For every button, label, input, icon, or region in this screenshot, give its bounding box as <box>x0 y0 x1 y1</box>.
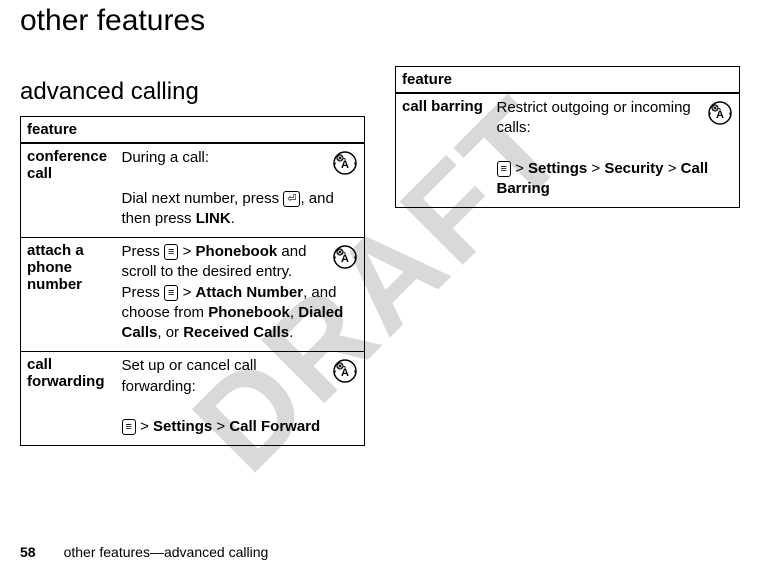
footer: 58 other features—advanced calling <box>20 544 268 560</box>
page-title: other features <box>20 0 739 38</box>
sim-icon: À <box>707 100 733 126</box>
menu-key-icon: ≡ <box>497 161 511 177</box>
link-label: LINK <box>196 210 231 227</box>
feature-name: call forwarding <box>21 352 116 446</box>
desc-line: , <box>290 304 298 321</box>
desc-line: During a call: <box>122 149 210 166</box>
gt: > <box>136 418 153 435</box>
svg-text:À: À <box>716 108 724 121</box>
gt: > <box>511 160 528 177</box>
desc-line: . <box>231 210 235 227</box>
svg-text:À: À <box>341 158 349 171</box>
menu-key-icon: ≡ <box>164 244 178 260</box>
feature-name: call barring <box>396 93 491 208</box>
feature-name: attach a phone number <box>21 238 116 352</box>
feature-desc: À During a call: Dial next number, press… <box>116 143 365 238</box>
menu-key-icon: ≡ <box>164 285 178 301</box>
menu-path: Settings <box>153 418 212 435</box>
table-row: conference call À During a call: Dial ne… <box>21 143 365 238</box>
footer-text: other features—advanced calling <box>64 544 269 560</box>
right-feature-table: feature call barring À Restrict outgoing… <box>395 66 740 208</box>
table-header: feature <box>21 117 365 144</box>
desc-line: Restrict outgoing or incoming calls: <box>497 99 691 136</box>
table-row: attach a phone number À Press ≡ > Phoneb… <box>21 238 365 352</box>
table-row: call forwarding À Set up or cancel call … <box>21 352 365 446</box>
desc-line: , or <box>157 324 183 341</box>
svg-text:À: À <box>341 252 349 265</box>
left-feature-table: feature conference call À During a call:… <box>20 116 365 446</box>
menu-path: Received Calls <box>183 324 289 341</box>
desc-line: Dial next number, press <box>122 190 284 207</box>
menu-path: Settings <box>528 160 587 177</box>
menu-path: Security <box>604 160 663 177</box>
section-title: advanced calling <box>20 78 365 106</box>
sim-icon: À <box>332 150 358 176</box>
menu-path: Phonebook <box>208 304 290 321</box>
sim-icon: À <box>332 244 358 270</box>
menu-path: Phonebook <box>196 243 278 260</box>
desc-line: Press <box>122 243 165 260</box>
gt: > <box>212 418 229 435</box>
sim-icon: À <box>332 358 358 384</box>
desc-line: . <box>289 324 293 341</box>
desc-line: Set up or cancel call forwarding: <box>122 357 257 394</box>
gt: > <box>664 160 681 177</box>
feature-desc: À Set up or cancel call forwarding: ≡ > … <box>116 352 365 446</box>
gt: > <box>178 284 195 301</box>
feature-desc: À Press ≡ > Phonebook and scroll to the … <box>116 238 365 352</box>
gt: > <box>587 160 604 177</box>
page-number: 58 <box>20 544 36 560</box>
feature-name: conference call <box>21 143 116 238</box>
menu-key-icon: ≡ <box>122 419 136 435</box>
feature-desc: À Restrict outgoing or incoming calls: ≡… <box>491 93 740 208</box>
menu-path: Attach Number <box>196 284 304 301</box>
menu-path: Call Forward <box>229 418 320 435</box>
table-row: call barring À Restrict outgoing or inco… <box>396 93 740 208</box>
gt: > <box>178 243 195 260</box>
table-header: feature <box>396 67 740 94</box>
send-key-icon: ⏎ <box>283 191 300 207</box>
svg-text:À: À <box>341 366 349 379</box>
